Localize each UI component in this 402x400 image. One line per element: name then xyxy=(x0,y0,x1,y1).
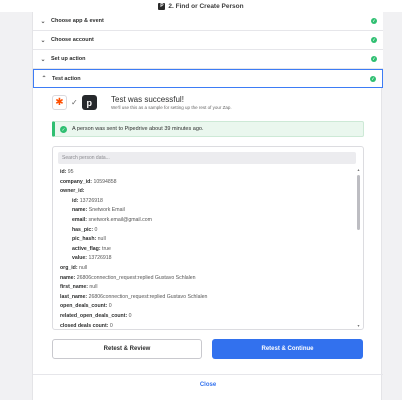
data-field-row: first_name: null xyxy=(60,283,350,293)
data-field-row: last_name: 26806connection_request:repli… xyxy=(60,293,350,303)
data-field-row: closed deals count: 0 xyxy=(60,322,350,330)
data-field-key: closed deals count: xyxy=(60,322,109,329)
data-field-row: email: snetwork.email@gmail.com xyxy=(60,216,350,226)
chevron-down-icon: ⌄ xyxy=(40,18,46,25)
data-field-value: 26806connection_request:replied Gustavo … xyxy=(88,293,208,300)
data-field-value: snetwork.email@gmail.com xyxy=(88,216,152,223)
checkmark-icon: ✓ xyxy=(71,98,78,107)
data-field-row: name: 26806connection_request:replied Gu… xyxy=(60,274,350,284)
check-circle-icon: ✓ xyxy=(370,76,376,82)
retest-continue-button[interactable]: Retest & Continue xyxy=(212,339,363,359)
data-field-value: null xyxy=(79,264,88,271)
data-field-value: 95 xyxy=(67,169,74,175)
data-field-key: first_name: xyxy=(60,284,88,291)
data-field-row: company_id: 10594858 xyxy=(60,178,350,188)
data-field-row: has_pic: 0 xyxy=(60,226,350,236)
window-title-bar: P 2. Find or Create Person xyxy=(0,0,402,12)
pipedrive-logo-icon: p xyxy=(81,95,97,110)
step-label: Test action xyxy=(52,75,81,82)
chevron-down-icon: ⌄ xyxy=(40,56,46,63)
check-circle-icon: ✓ xyxy=(371,37,377,43)
data-field-value: 13726918 xyxy=(79,197,103,204)
person-data-list: id: 95 company_id: 10594858 owner_id: id: … xyxy=(60,168,350,330)
check-circle-icon: ✓ xyxy=(371,56,377,62)
person-data-panel: id: 95company_id: 10594858owner_id: id: … xyxy=(52,146,364,330)
step-choose-account[interactable]: ⌄ Choose account ✓ xyxy=(33,31,383,50)
retest-review-button[interactable]: Retest & Review xyxy=(52,339,202,359)
data-field-value: Snetwork Email xyxy=(88,207,125,214)
data-field-row: owner_id: xyxy=(60,187,350,197)
data-field-key: company_id: xyxy=(60,178,92,185)
scrollbar-thumb[interactable] xyxy=(357,175,360,230)
window-title: 2. Find or Create Person xyxy=(168,2,244,10)
scrollbar[interactable]: ▲ ▼ xyxy=(356,168,361,328)
data-field-key: value: xyxy=(72,255,87,262)
data-field-row: org_id: null xyxy=(60,264,350,274)
data-field-row: id: 13726918 xyxy=(60,197,350,207)
step-label: Choose account xyxy=(51,37,94,43)
data-field-key: pic_hash: xyxy=(72,236,97,243)
success-banner: ✓ A person was sent to Pipedrive about 3… xyxy=(52,121,364,137)
data-field-row: related_open_deals_count: 0 xyxy=(60,312,350,322)
step-choose-app-event[interactable]: ⌄ Choose app & event ✓ xyxy=(33,12,383,31)
scroll-down-icon[interactable]: ▼ xyxy=(356,324,361,328)
success-banner-text: A person was sent to Pipedrive about 39 … xyxy=(72,126,204,132)
data-field-value: null xyxy=(89,284,98,291)
data-field-key: has_pic: xyxy=(72,226,94,233)
pipedrive-logo-icon: P xyxy=(158,2,166,10)
search-input[interactable] xyxy=(58,152,356,164)
step-label: Set up action xyxy=(51,56,86,62)
data-field-value: 0 xyxy=(108,303,112,310)
data-field-key: id: xyxy=(72,197,79,204)
data-field-key: email: xyxy=(72,216,87,223)
test-success-subtitle: We'll use this as a sample for setting u… xyxy=(111,105,232,110)
data-field-value: 0 xyxy=(94,226,98,233)
close-link[interactable]: Close xyxy=(33,382,383,388)
data-field-row: value: 13726918 xyxy=(60,254,350,264)
scroll-up-icon[interactable]: ▲ xyxy=(356,168,361,172)
data-field-row: active_flag: true xyxy=(60,245,350,255)
zap-step-panel: ⌄ Choose app & event ✓ ⌄ Choose account … xyxy=(32,12,383,400)
check-circle-icon: ✓ xyxy=(371,18,377,24)
data-field-key: last_name: xyxy=(60,293,88,300)
data-field-value: 26806connection_request:replied Gustavo … xyxy=(76,274,196,281)
zapier-logo-icon: ✱ xyxy=(52,95,67,110)
data-field-key: name: xyxy=(72,207,88,214)
data-field-key: name: xyxy=(60,274,76,281)
data-field-key: related_open_deals_count: xyxy=(60,312,128,319)
step-label: Choose app & event xyxy=(51,18,104,24)
data-field-value: true xyxy=(102,245,111,252)
data-field-row: pic_hash: null xyxy=(60,235,350,245)
divider xyxy=(33,374,383,375)
test-success-title: Test was successful! xyxy=(111,95,184,104)
check-circle-icon: ✓ xyxy=(60,125,67,133)
data-field-value: 0 xyxy=(109,322,113,329)
data-field-row: open_deals_count: 0 xyxy=(60,302,350,312)
app-connection-icons: ✱ ✓ p xyxy=(52,95,97,110)
data-field-key: org_id: xyxy=(60,264,78,271)
data-field-value: 10594858 xyxy=(93,178,117,185)
chevron-down-icon: ⌄ xyxy=(40,37,46,44)
data-field-key: id: xyxy=(60,169,67,175)
step-test-action[interactable]: ⌃ Test action ✓ xyxy=(33,69,383,88)
step-set-up-action[interactable]: ⌄ Set up action ✓ xyxy=(33,50,383,69)
data-field-value: null xyxy=(97,236,106,243)
data-field-key: active_flag: xyxy=(72,245,101,252)
data-field-value: 0 xyxy=(128,312,132,319)
data-field-row: name: Snetwork Email xyxy=(60,206,350,216)
chevron-up-icon: ⌃ xyxy=(41,76,47,82)
data-field-row: id: 95 xyxy=(60,168,350,178)
data-field-key: owner_id: xyxy=(60,188,85,195)
data-field-value: 13726918 xyxy=(88,255,112,262)
data-field-key: open_deals_count: xyxy=(60,303,108,310)
